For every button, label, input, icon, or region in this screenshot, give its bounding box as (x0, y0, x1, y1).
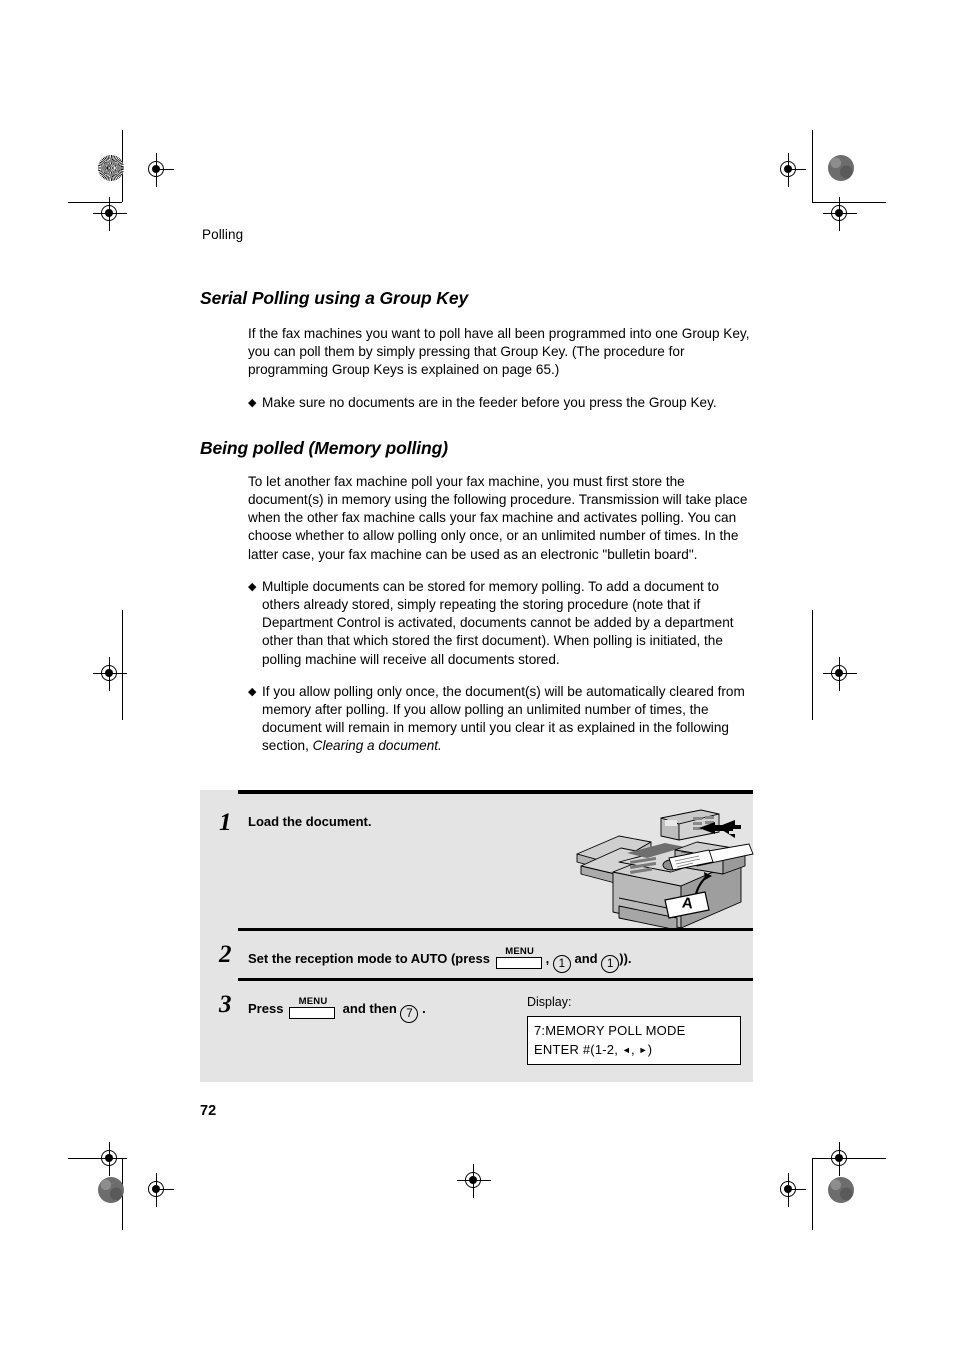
bullet-list-serial-polling: ◆ Make sure no documents are in the feed… (200, 394, 756, 412)
display-line-2-suffix: ) (647, 1042, 653, 1057)
registration-starburst-top-left (98, 155, 124, 181)
step-2-and: and (574, 951, 598, 966)
svg-text:A: A (681, 895, 694, 913)
number-key-1-second-icon[interactable]: 1 (601, 955, 620, 973)
registration-graydot-bottom-right (828, 1177, 854, 1203)
left-arrow-icon: ◄ (621, 1045, 631, 1055)
registration-graydot-top-right (828, 155, 854, 181)
menu-key-label: MENU (505, 946, 535, 957)
menu-key-icon[interactable]: MENU (289, 996, 337, 1020)
section-heading-serial-polling: Serial Polling using a Group Key (200, 288, 469, 308)
registration-mark-bottom-left-outer (93, 1142, 127, 1176)
step-1-number: 1 (219, 809, 232, 836)
step-3-number: 3 (219, 991, 232, 1018)
display-panel: 7:MEMORY POLL MODE ENTER #(1-2, ◄, ►) (527, 1016, 741, 1065)
diamond-bullet-icon: ◆ (248, 396, 257, 409)
crop-line-mid-right-vertical (812, 610, 813, 720)
section-paragraph-serial-polling: If the fax machines you want to poll hav… (248, 326, 750, 378)
registration-mark-top-right-outer (823, 197, 857, 231)
list-item-text: Make sure no documents are in the feeder… (262, 394, 717, 410)
step-2-text-after: )). (619, 951, 632, 966)
diamond-bullet-icon: ◆ (248, 685, 257, 698)
menu-key-icon[interactable]: MENU (495, 946, 544, 970)
crop-line-top-right-vertical (812, 130, 813, 202)
list-item: ◆ Multiple documents can be stored for m… (200, 578, 756, 669)
fax-machine-illustration: A (573, 806, 755, 931)
list-item: ◆ If you allow polling only once, the do… (200, 683, 756, 756)
registration-graydot-bottom-left (98, 1177, 124, 1203)
registration-mark-bottom-left-inner (140, 1173, 174, 1207)
list-item-text-italic: Clearing a document. (312, 738, 442, 754)
section-heading-being-polled: Being polled (Memory polling) (200, 437, 448, 458)
display-label: Display: (527, 995, 572, 1009)
diamond-bullet-icon: ◆ (248, 580, 257, 593)
list-item: ◆ Make sure no documents are in the feed… (200, 394, 756, 412)
registration-mark-top-left-outer (93, 197, 127, 231)
step-3-text-before: Press (248, 1001, 284, 1016)
menu-key-box (289, 1007, 336, 1019)
display-line-2-prefix: ENTER #(1-2, (534, 1042, 622, 1057)
step-2-text: Set the reception mode to AUTO (press ME… (248, 946, 632, 973)
display-line-2-separator: , (630, 1042, 639, 1057)
right-arrow-icon: ► (638, 1045, 648, 1055)
registration-mark-bottom-right-inner (772, 1173, 806, 1207)
display-line-2: ENTER #(1-2, ◄, ►) (534, 1040, 740, 1060)
main-content: Serial Polling using a Group Key If the … (200, 288, 756, 770)
page-number: 72 (200, 1103, 217, 1119)
registration-mark-mid-left (93, 657, 127, 691)
step-2-number: 2 (219, 941, 232, 968)
registration-mark-top-left-inner (140, 153, 174, 187)
menu-key-label: MENU (298, 996, 328, 1007)
step-3-text-mid: and then (342, 1001, 397, 1016)
step-2-comma: , (545, 951, 550, 966)
registration-mark-mid-right (823, 657, 857, 691)
step-3-text-after: . (422, 1001, 426, 1016)
step-2-text-before: Set the reception mode to AUTO (press (248, 951, 490, 966)
document-page: Polling Serial Polling using a Group Key… (0, 0, 954, 1351)
crop-line-bottom-right-vertical (812, 1158, 813, 1230)
step-1-text: Load the document. (248, 814, 372, 829)
list-item-text: Multiple documents can be stored for mem… (262, 578, 734, 667)
section-paragraph-being-polled: To let another fax machine poll your fax… (248, 473, 748, 562)
registration-mark-bottom-center (457, 1164, 491, 1198)
menu-key-box (495, 957, 542, 969)
step-3-text: Press MENU and then 7 . (248, 996, 426, 1023)
running-head: Polling (202, 227, 244, 242)
number-key-7-icon[interactable]: 7 (400, 1005, 419, 1023)
bullet-list-being-polled: ◆ Multiple documents can be stored for m… (200, 578, 756, 756)
step-2: 2 Set the reception mode to AUTO (press … (200, 928, 753, 978)
display-line-1: 7:MEMORY POLL MODE (534, 1023, 686, 1038)
registration-mark-top-right-inner (772, 153, 806, 187)
registration-mark-bottom-right-outer (823, 1142, 857, 1176)
number-key-1-icon[interactable]: 1 (552, 955, 571, 973)
